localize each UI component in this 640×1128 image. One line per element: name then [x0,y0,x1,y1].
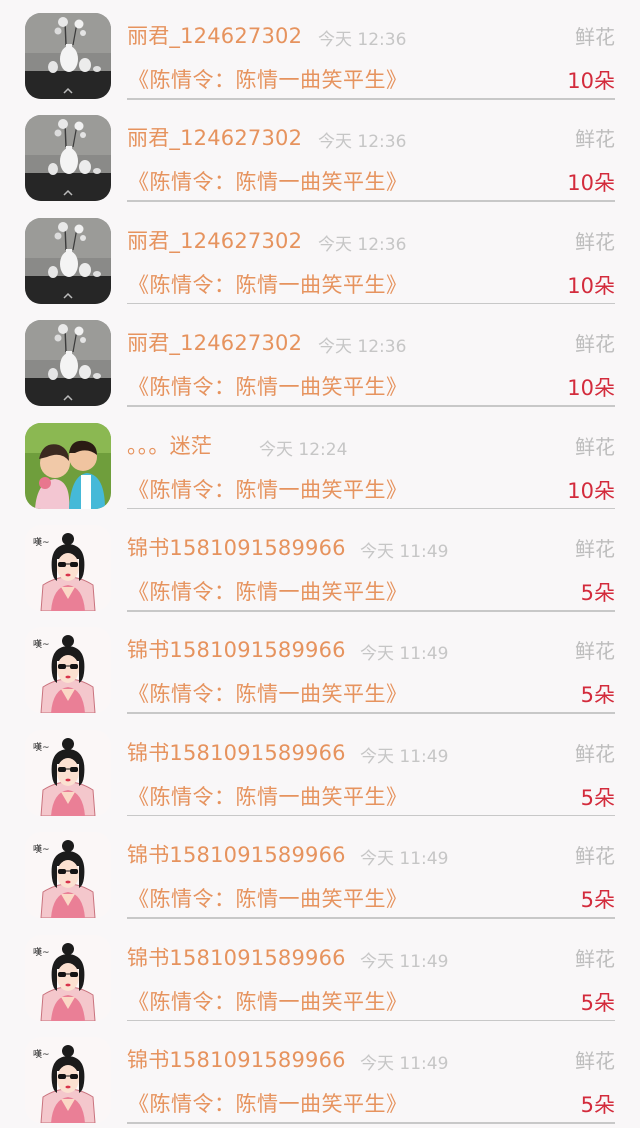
cartoon-girl-avatar[interactable] [25,627,111,713]
book-title[interactable]: 《陈情令：陈情一曲笑平生》 [128,781,408,811]
gift-record-row[interactable]: 锦书1581091589966 今天 11:49 鲜花《陈情令：陈情一曲笑平生》 5朵 [0,922,640,1024]
book-title[interactable]: 《陈情令：陈情一曲笑平生》 [128,371,408,401]
gift-record-row[interactable]: 丽君_124627302 今天 12:36 鲜花《陈情令：陈情一曲笑平生》 10朵 [0,102,640,204]
gift-time: 今天 12:24 [259,439,348,460]
gift-record-row[interactable]: 锦书1581091589966 今天 11:49 鲜花《陈情令：陈情一曲笑平生》 5朵 [0,614,640,716]
book-title[interactable]: 《陈情令：陈情一曲笑平生》 [128,576,408,606]
book-title[interactable]: 《陈情令：陈情一曲笑平生》 [128,166,408,196]
gift-time: 今天 11:49 [360,849,449,870]
gift-type-label: 鲜花 [575,434,615,459]
user-name[interactable]: 锦书1581091589966 [127,942,346,972]
gift-type-label: 鲜花 [575,844,615,869]
gift-time: 今天 12:36 [318,337,407,358]
flower-count: 5朵 [580,1093,615,1117]
book-title[interactable]: 《陈情令：陈情一曲笑平生》 [128,883,408,913]
gift-time: 今天 12:36 [318,234,407,255]
row-divider [127,814,615,817]
book-title[interactable]: 《陈情令：陈情一曲笑平生》 [128,1088,408,1118]
gift-time: 今天 12:36 [318,132,407,153]
row-divider [127,507,615,510]
row-divider [127,917,615,919]
user-name[interactable]: 锦书1581091589966 [127,532,346,562]
couple-photo-avatar[interactable] [25,423,111,509]
user-name[interactable]: 锦书1581091589966 [127,737,346,767]
cartoon-girl-avatar[interactable] [25,935,111,1021]
book-title[interactable]: 《陈情令：陈情一曲笑平生》 [128,64,408,94]
gift-record-row[interactable]: 锦书1581091589966 今天 11:49 鲜花《陈情令：陈情一曲笑平生》 5朵 [0,1024,640,1126]
gift-record-row[interactable]: 丽君_124627302 今天 12:36 鲜花《陈情令：陈情一曲笑平生》 10朵 [0,307,640,409]
row-divider [127,302,615,305]
gift-type-label: 鲜花 [575,229,615,254]
vase-photo-avatar[interactable] [25,115,111,201]
row-divider [127,1122,615,1124]
gift-record-row[interactable]: 锦书1581091589966 今天 11:49 鲜花《陈情令：陈情一曲笑平生》 5朵 [0,512,640,614]
flower-count: 5朵 [580,888,615,913]
flower-count: 10朵 [567,376,615,401]
gift-time: 今天 11:49 [360,746,449,767]
user-name[interactable]: 锦书1581091589966 [127,634,346,664]
flower-count: 10朵 [567,273,615,298]
user-name[interactable]: 。。。迷茫 [127,430,212,460]
gift-record-row[interactable]: 丽君_124627302 今天 12:36 鲜花《陈情令：陈情一曲笑平生》 10朵 [0,205,640,307]
gift-type-label: 鲜花 [575,537,615,561]
gift-type-label: 鲜花 [575,127,615,152]
gift-type-label: 鲜花 [575,1049,615,1073]
gift-record-row[interactable]: 锦书1581091589966 今天 11:49 鲜花《陈情令：陈情一曲笑平生》 5朵 [0,717,640,819]
gift-time: 今天 11:49 [360,951,449,972]
gift-time: 今天 11:49 [360,542,449,562]
cartoon-girl-avatar[interactable] [25,730,111,816]
gift-type-label: 鲜花 [575,25,615,49]
row-divider [127,610,615,612]
gift-record-row[interactable]: 丽君_124627302 今天 12:36 鲜花《陈情令：陈情一曲笑平生》 10朵 [0,0,640,102]
flower-count: 5朵 [580,683,615,708]
gift-time: 今天 12:36 [318,30,407,50]
gift-time: 今天 11:49 [360,644,449,665]
book-title[interactable]: 《陈情令：陈情一曲笑平生》 [128,986,408,1016]
gift-record-list: 丽君_124627302 今天 12:36 鲜花 《陈情令：陈情一曲笑平生》 10朵 丽君… [0,0,640,1128]
row-divider [127,200,615,202]
gift-time: 今天 11:49 [360,1054,449,1074]
vase-photo-avatar[interactable] [25,13,111,99]
book-title[interactable]: 《陈情令：陈情一曲笑平生》 [128,678,408,708]
gift-record-row[interactable]: 。。。迷茫 今天 12:24 鲜花《陈情令：陈情一曲笑平生》 10朵 [0,410,640,512]
flower-count: 5朵 [580,581,615,605]
user-name[interactable]: 锦书1581091589966 [127,1044,346,1074]
gift-type-label: 鲜花 [575,332,615,357]
vase-photo-avatar[interactable] [25,320,111,406]
row-divider [127,712,615,714]
row-divider [127,98,615,100]
flower-count: 10朵 [567,171,615,196]
row-divider [127,405,615,407]
cartoon-girl-avatar[interactable] [25,1037,111,1123]
cartoon-girl-avatar[interactable] [25,525,111,611]
user-name[interactable]: 丽君_124627302 [127,225,302,255]
flower-count: 5朵 [580,990,615,1015]
flower-count: 10朵 [567,478,615,503]
book-title[interactable]: 《陈情令：陈情一曲笑平生》 [128,269,408,299]
user-name[interactable]: 锦书1581091589966 [127,839,346,869]
flower-count: 5朵 [580,785,615,810]
flower-count: 10朵 [567,69,615,93]
gift-type-label: 鲜花 [575,639,615,664]
gift-type-label: 鲜花 [575,946,615,971]
user-name[interactable]: 丽君_124627302 [127,327,302,357]
gift-type-label: 鲜花 [575,741,615,766]
book-title[interactable]: 《陈情令：陈情一曲笑平生》 [128,474,408,504]
user-name[interactable]: 丽君_124627302 [127,20,302,50]
cartoon-girl-avatar[interactable] [25,832,111,918]
gift-record-row[interactable]: 锦书1581091589966 今天 11:49 鲜花《陈情令：陈情一曲笑平生》 5朵 [0,819,640,921]
row-divider [127,1019,615,1022]
vase-photo-avatar[interactable] [25,218,111,304]
user-name[interactable]: 丽君_124627302 [127,122,302,152]
